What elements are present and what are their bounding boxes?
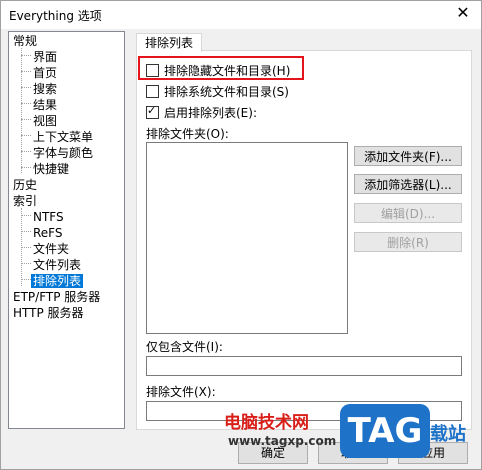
watermark-text: 电脑技术网	[224, 413, 309, 433]
tree-item-history[interactable]: 历史	[13, 178, 37, 192]
enable-exclude-label: 启用排除列表(E):	[164, 105, 257, 120]
tree-connector	[21, 151, 31, 152]
exclude-hidden-label: 排除隐藏文件和目录(H)	[164, 63, 291, 78]
edit-button[interactable]: 编辑(D)...	[354, 203, 462, 223]
add-folder-button[interactable]: 添加文件夹(F)...	[354, 146, 462, 166]
tree-connector	[21, 167, 31, 168]
checkbox-box-checked[interactable]	[146, 104, 159, 119]
tree-item-home[interactable]: 首页	[33, 66, 57, 80]
close-icon[interactable]: ✕	[455, 5, 471, 21]
tree-item-folders[interactable]: 文件夹	[33, 242, 69, 256]
tree-item-search[interactable]: 搜索	[33, 82, 57, 96]
window-title: Everything 选项	[9, 9, 102, 23]
checkbox-box[interactable]	[146, 84, 159, 98]
exclude-folders-list[interactable]	[146, 142, 348, 334]
exclude-files-label: 排除文件(X):	[146, 385, 216, 399]
exclude-system-checkbox[interactable]: 排除系统文件和目录(S)	[146, 83, 289, 99]
exclude-folders-label: 排除文件夹(O):	[146, 127, 229, 141]
watermark-side-text: 载站	[430, 424, 466, 445]
include-only-input[interactable]	[146, 356, 462, 376]
tree-item-http-server[interactable]: HTTP 服务器	[13, 306, 84, 320]
tree-connector	[21, 135, 31, 136]
tree-item-results[interactable]: 结果	[33, 98, 57, 112]
tree-connector	[21, 231, 31, 232]
checkbox-box[interactable]	[146, 63, 159, 77]
tree-connector	[21, 119, 31, 120]
exclude-system-label: 排除系统文件和目录(S)	[164, 84, 289, 99]
enable-exclude-checkbox[interactable]: 启用排除列表(E):	[146, 104, 257, 120]
tree-item-context-menu[interactable]: 上下文菜单	[33, 130, 93, 144]
title-bar: Everything 选项 ✕	[1, 1, 481, 29]
options-tree[interactable]: 常规 界面 首页 搜索 结果 视图 上下文菜单 字体与颜色 快捷键 历史 索引 …	[8, 31, 125, 429]
tree-item-interface[interactable]: 界面	[33, 50, 57, 64]
include-only-label: 仅包含文件(I):	[146, 340, 223, 354]
tree-connector	[21, 215, 31, 216]
tree-item-file-list[interactable]: 文件列表	[33, 258, 81, 272]
add-filter-button[interactable]: 添加筛选器(L)...	[354, 174, 462, 194]
tree-item-fonts-colors[interactable]: 字体与颜色	[33, 146, 93, 160]
tree-item-refs[interactable]: ReFS	[33, 226, 63, 240]
tree-item-ntfs[interactable]: NTFS	[33, 210, 64, 224]
tree-item-index[interactable]: 索引	[13, 194, 37, 208]
tree-item-view[interactable]: 视图	[33, 114, 57, 128]
tree-connector	[21, 263, 31, 264]
tree-item-general[interactable]: 常规	[13, 34, 37, 48]
tree-connector	[21, 71, 31, 72]
tree-connector	[21, 48, 22, 173]
tab-exclude-list[interactable]: 排除列表	[136, 33, 202, 52]
delete-button[interactable]: 删除(R)	[354, 232, 462, 252]
tree-connector	[21, 103, 31, 104]
exclude-hidden-checkbox[interactable]: 排除隐藏文件和目录(H)	[146, 62, 290, 78]
tree-item-shortcuts[interactable]: 快捷键	[33, 162, 69, 176]
watermark-url: www.tagxp.com	[228, 434, 337, 448]
tree-item-exclude-list[interactable]: 排除列表	[31, 274, 84, 288]
watermark-badge: TAG	[340, 404, 430, 458]
tree-connector	[21, 55, 31, 56]
tree-item-etp-ftp-server[interactable]: ETP/FTP 服务器	[13, 290, 100, 304]
tree-connector	[21, 279, 31, 280]
tree-connector	[21, 87, 31, 88]
tree-connector	[21, 247, 31, 248]
